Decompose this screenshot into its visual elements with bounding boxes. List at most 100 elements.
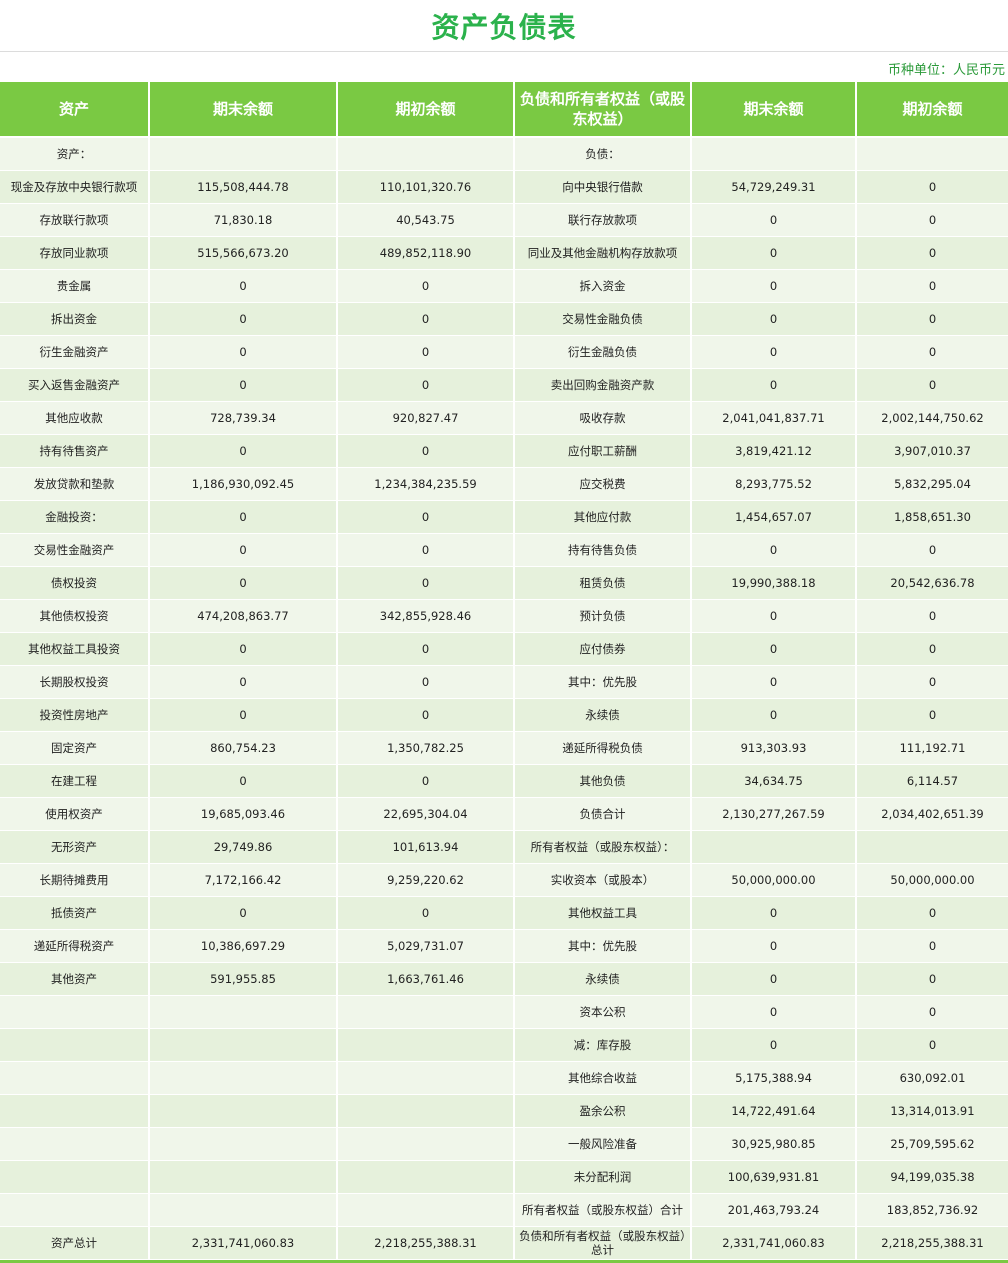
table-row: 买入返售金融资产 0 0 卖出回购金融资产款 0 0 [0, 369, 1008, 402]
liability-opening-balance: 20,542,636.78 [857, 567, 1008, 600]
asset-ending-balance: 29,749.86 [150, 831, 338, 864]
liability-equity-name: 其他负债 [515, 765, 692, 798]
asset-name: 持有待售资产 [0, 435, 150, 468]
liability-equity-name: 联行存放款项 [515, 204, 692, 237]
liability-equity-name: 吸收存款 [515, 402, 692, 435]
liability-ending-balance: 0 [692, 633, 857, 666]
liability-equity-name: 向中央银行借款 [515, 171, 692, 204]
table-row: 资产： 负债： [0, 138, 1008, 171]
title-bar: 资产负债表 [0, 0, 1008, 52]
liability-ending-balance: 1,454,657.07 [692, 501, 857, 534]
header-assets-opening-balance: 期初余额 [338, 82, 515, 138]
liability-opening-balance: 0 [857, 699, 1008, 732]
asset-name: 长期股权投资 [0, 666, 150, 699]
table-row: 其他应收款 728,739.34 920,827.47 吸收存款 2,041,041,8… [0, 402, 1008, 435]
asset-opening-balance [338, 138, 515, 171]
liability-equity-name: 所有者权益（或股东权益）合计 [515, 1194, 692, 1227]
table-row: 存放同业款项 515,566,673.20 489,852,118.90 同业及其他金… [0, 237, 1008, 270]
asset-opening-balance: 22,695,304.04 [338, 798, 515, 831]
liability-ending-balance: 0 [692, 600, 857, 633]
liability-opening-balance: 0 [857, 897, 1008, 930]
table-row: 持有待售资产 0 0 应付职工薪酬 3,819,421.12 3,907,010.37 [0, 435, 1008, 468]
liability-equity-name: 未分配利润 [515, 1161, 692, 1194]
table-row: 在建工程 0 0 其他负债 34,634.75 6,114.57 [0, 765, 1008, 798]
asset-opening-balance: 0 [338, 567, 515, 600]
liability-equity-name: 卖出回购金融资产款 [515, 369, 692, 402]
asset-opening-balance: 40,543.75 [338, 204, 515, 237]
asset-opening-balance: 0 [338, 633, 515, 666]
currency-unit: 币种单位：人民币元 [887, 63, 1005, 78]
table-row: 所有者权益（或股东权益）合计 201,463,793.24 183,852,736.… [0, 1194, 1008, 1227]
asset-name [0, 1029, 150, 1062]
header-liabilities-equity: 负债和所有者权益（或股东权益） [515, 82, 692, 138]
asset-name: 其他应收款 [0, 402, 150, 435]
liability-ending-balance: 34,634.75 [692, 765, 857, 798]
liability-equity-name: 其他权益工具 [515, 897, 692, 930]
liability-opening-balance: 630,092.01 [857, 1062, 1008, 1095]
asset-ending-balance: 115,508,444.78 [150, 171, 338, 204]
asset-name: 投资性房地产 [0, 699, 150, 732]
asset-name: 长期待摊费用 [0, 864, 150, 897]
liability-opening-balance: 0 [857, 666, 1008, 699]
asset-ending-balance: 10,386,697.29 [150, 930, 338, 963]
table-row: 金融投资： 0 0 其他应付款 1,454,657.07 1,858,651.30 [0, 501, 1008, 534]
asset-opening-balance: 5,029,731.07 [338, 930, 515, 963]
liability-ending-balance: 0 [692, 996, 857, 1029]
asset-ending-balance [150, 1128, 338, 1161]
asset-opening-balance: 489,852,118.90 [338, 237, 515, 270]
liability-ending-balance: 2,331,741,060.83 [692, 1227, 857, 1260]
asset-name [0, 1194, 150, 1227]
table-row: 无形资产 29,749.86 101,613.94 所有者权益（或股东权益）： [0, 831, 1008, 864]
asset-ending-balance: 0 [150, 567, 338, 600]
liability-ending-balance: 3,819,421.12 [692, 435, 857, 468]
liability-opening-balance: 0 [857, 237, 1008, 270]
asset-opening-balance: 0 [338, 666, 515, 699]
asset-name: 发放贷款和垫款 [0, 468, 150, 501]
asset-ending-balance: 0 [150, 534, 338, 567]
asset-name: 贵金属 [0, 270, 150, 303]
liability-ending-balance: 0 [692, 699, 857, 732]
asset-ending-balance: 515,566,673.20 [150, 237, 338, 270]
asset-ending-balance: 19,685,093.46 [150, 798, 338, 831]
liability-ending-balance: 54,729,249.31 [692, 171, 857, 204]
asset-ending-balance: 860,754.23 [150, 732, 338, 765]
asset-ending-balance [150, 1161, 338, 1194]
asset-name [0, 1161, 150, 1194]
asset-opening-balance: 0 [338, 270, 515, 303]
asset-name: 债权投资 [0, 567, 150, 600]
asset-name: 固定资产 [0, 732, 150, 765]
header-liabilities-ending-balance: 期末余额 [692, 82, 857, 138]
asset-name: 存放联行款项 [0, 204, 150, 237]
liability-ending-balance: 19,990,388.18 [692, 567, 857, 600]
liability-opening-balance: 0 [857, 996, 1008, 1029]
liability-opening-balance: 0 [857, 369, 1008, 402]
asset-name: 金融投资： [0, 501, 150, 534]
liability-ending-balance: 0 [692, 303, 857, 336]
liability-ending-balance: 0 [692, 666, 857, 699]
table-row: 发放贷款和垫款 1,186,930,092.45 1,234,384,235.59 应… [0, 468, 1008, 501]
table-row: 固定资产 860,754.23 1,350,782.25 递延所得税负债 913,303… [0, 732, 1008, 765]
asset-opening-balance: 0 [338, 765, 515, 798]
table-row: 其他债权投资 474,208,863.77 342,855,928.46 预计负债 0 0 [0, 600, 1008, 633]
asset-ending-balance: 0 [150, 699, 338, 732]
liability-opening-balance: 2,218,255,388.31 [857, 1227, 1008, 1260]
liability-equity-name: 交易性金融负债 [515, 303, 692, 336]
liability-opening-balance: 25,709,595.62 [857, 1128, 1008, 1161]
asset-opening-balance [338, 1062, 515, 1095]
asset-ending-balance: 0 [150, 501, 338, 534]
asset-name: 资产： [0, 138, 150, 171]
asset-name: 拆出资金 [0, 303, 150, 336]
liability-equity-name: 永续债 [515, 699, 692, 732]
asset-ending-balance [150, 1095, 338, 1128]
liability-ending-balance: 0 [692, 930, 857, 963]
asset-ending-balance: 2,331,741,060.83 [150, 1227, 338, 1260]
asset-opening-balance: 0 [338, 534, 515, 567]
liability-opening-balance: 0 [857, 633, 1008, 666]
asset-opening-balance [338, 1194, 515, 1227]
liability-equity-name: 永续债 [515, 963, 692, 996]
liability-equity-name: 负债： [515, 138, 692, 171]
asset-name: 其他资产 [0, 963, 150, 996]
liability-opening-balance: 0 [857, 963, 1008, 996]
asset-opening-balance: 1,663,761.46 [338, 963, 515, 996]
liability-ending-balance [692, 831, 857, 864]
